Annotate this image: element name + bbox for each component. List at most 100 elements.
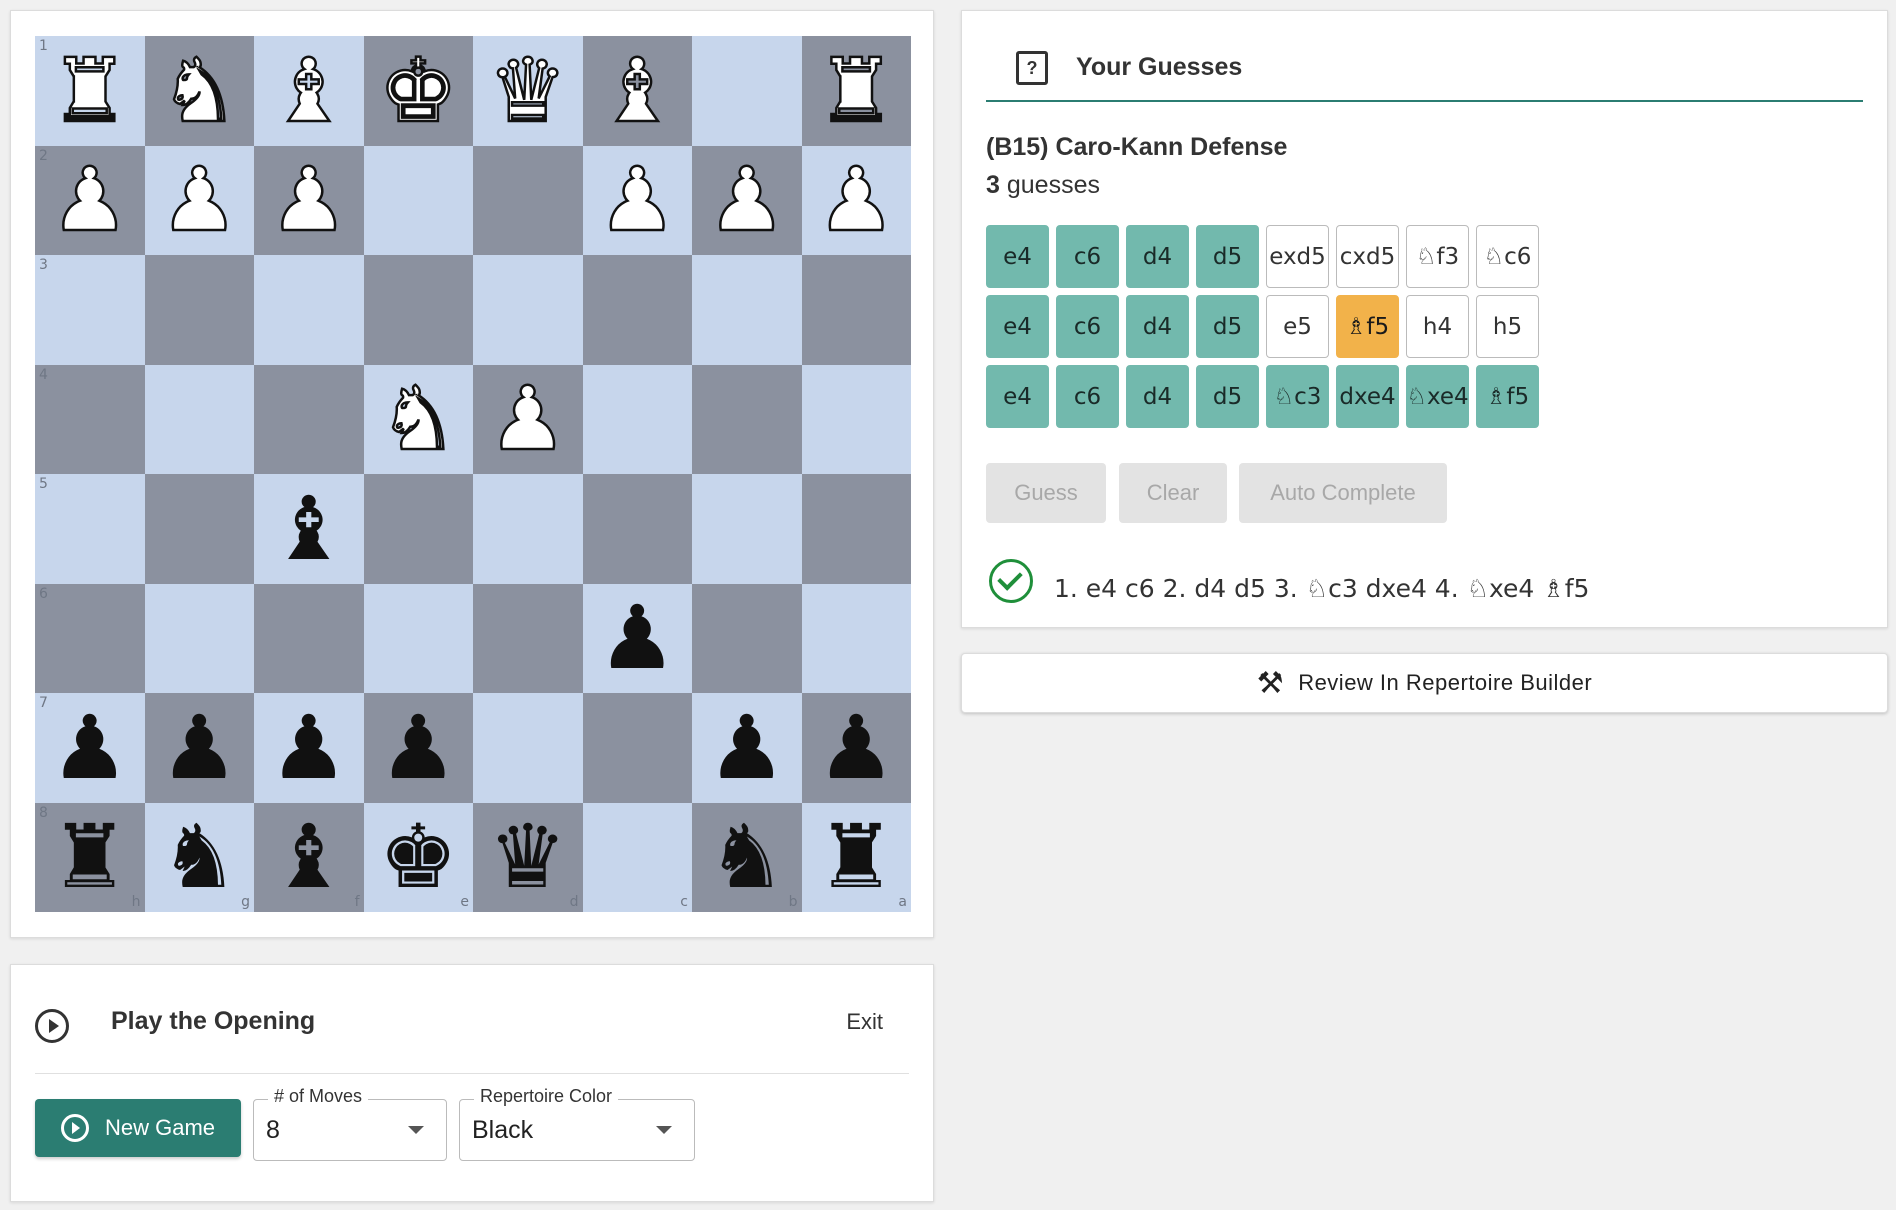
board-square[interactable] xyxy=(473,583,583,693)
board-square[interactable]: a ♜ xyxy=(801,802,912,913)
black-pawn-icon[interactable]: ♟ xyxy=(364,693,474,803)
board-square[interactable] xyxy=(582,474,692,584)
board-square[interactable]: ♟ xyxy=(582,145,693,256)
board-square[interactable] xyxy=(692,36,802,146)
board-square[interactable]: ♟ xyxy=(582,583,693,694)
board-square[interactable]: b ♞ xyxy=(692,802,802,913)
black-pawn-icon[interactable]: ♟ xyxy=(802,693,912,803)
board-square[interactable] xyxy=(254,364,364,474)
board-square[interactable] xyxy=(801,474,911,584)
white-pawn-icon[interactable]: ♟ xyxy=(692,146,802,256)
guess-button[interactable]: Guess xyxy=(986,463,1106,523)
black-rook-icon[interactable]: ♜ xyxy=(35,803,145,913)
board-square[interactable]: 1 ♜ xyxy=(35,36,145,146)
board-square[interactable]: ♟ xyxy=(254,693,364,803)
board-square[interactable]: ♟ xyxy=(254,145,364,256)
black-pawn-icon[interactable]: ♟ xyxy=(145,693,255,803)
board-square[interactable]: 2 ♟ xyxy=(35,145,145,256)
board-square[interactable] xyxy=(692,583,802,693)
board-square[interactable] xyxy=(801,583,911,693)
white-knight-icon[interactable]: ♞ xyxy=(364,365,474,475)
board-square[interactable] xyxy=(254,255,364,365)
board-square[interactable]: d ♛ xyxy=(473,802,583,912)
board-square[interactable] xyxy=(582,364,692,474)
board-square[interactable] xyxy=(801,364,911,474)
white-pawn-icon[interactable]: ♟ xyxy=(583,146,693,256)
board-square[interactable]: ♚ xyxy=(363,36,474,146)
black-pawn-icon[interactable]: ♟ xyxy=(583,584,693,694)
board-square[interactable]: 3 xyxy=(35,255,145,365)
board-square[interactable] xyxy=(363,583,473,693)
chess-board[interactable]: 1 ♜ ♞ ♝ ♚ ♛ ♝ ♜ 2 ♟ ♟ ♟ ♟ ♟ ♟ 3 4 ♞ ♟ 5 ♝ 6 ♟ 7 ♟ ♟ ♟ ♟ ♟ ♟ 8 h ♜ g ♞ f ♝ e ♚ d… xyxy=(35,36,911,912)
board-square[interactable]: e ♚ xyxy=(363,802,474,913)
new-game-button[interactable]: New Game xyxy=(35,1099,241,1157)
white-pawn-icon[interactable]: ♟ xyxy=(473,365,583,475)
white-pawn-icon[interactable]: ♟ xyxy=(254,146,364,256)
white-king-icon[interactable]: ♚ xyxy=(364,36,474,146)
white-queen-icon[interactable]: ♛ xyxy=(473,36,583,146)
board-square[interactable] xyxy=(473,693,583,803)
white-pawn-icon[interactable]: ♟ xyxy=(145,146,255,256)
board-square[interactable] xyxy=(473,255,583,365)
board-square[interactable] xyxy=(692,255,802,365)
white-rook-icon[interactable]: ♜ xyxy=(35,36,145,146)
black-king-icon[interactable]: ♚ xyxy=(364,803,474,913)
white-bishop-icon[interactable]: ♝ xyxy=(254,36,364,146)
board-square[interactable]: 6 xyxy=(35,583,145,693)
review-repertoire-button[interactable]: ⚒ Review In Repertoire Builder xyxy=(961,653,1888,713)
board-square[interactable]: ♞ xyxy=(363,364,474,475)
board-square[interactable]: ♟ xyxy=(801,693,912,803)
board-square[interactable]: ♟ xyxy=(692,145,802,256)
black-rook-icon[interactable]: ♜ xyxy=(802,803,912,913)
board-square[interactable]: ♝ xyxy=(254,474,364,584)
board-square[interactable] xyxy=(144,255,254,365)
board-square[interactable]: ♟ xyxy=(363,693,474,803)
board-square[interactable] xyxy=(254,583,364,693)
board-square[interactable] xyxy=(582,693,692,803)
board-square[interactable]: ♛ xyxy=(473,36,583,146)
board-square[interactable] xyxy=(473,145,583,255)
white-knight-icon[interactable]: ♞ xyxy=(145,36,255,146)
white-pawn-icon[interactable]: ♟ xyxy=(35,146,145,256)
black-bishop-icon[interactable]: ♝ xyxy=(254,474,364,584)
board-square[interactable] xyxy=(144,583,254,693)
black-knight-icon[interactable]: ♞ xyxy=(145,803,255,913)
white-rook-icon[interactable]: ♜ xyxy=(802,36,912,146)
board-square[interactable]: 8 h ♜ xyxy=(35,802,145,913)
board-square[interactable] xyxy=(582,255,692,365)
moves-select[interactable]: # of Moves 8 xyxy=(253,1086,447,1161)
board-square[interactable]: ♟ xyxy=(144,145,255,256)
board-square[interactable]: 7 ♟ xyxy=(35,693,145,803)
board-square[interactable]: 4 xyxy=(35,364,145,474)
white-pawn-icon[interactable]: ♟ xyxy=(802,146,912,256)
board-square[interactable]: ♟ xyxy=(473,364,583,475)
black-knight-icon[interactable]: ♞ xyxy=(692,803,802,913)
board-square[interactable]: ♜ xyxy=(801,36,912,146)
board-square[interactable]: g ♞ xyxy=(144,802,255,913)
board-square[interactable] xyxy=(363,145,473,255)
black-pawn-icon[interactable]: ♟ xyxy=(35,693,145,803)
board-square[interactable] xyxy=(801,255,911,365)
board-square[interactable]: ♟ xyxy=(692,693,802,803)
board-square[interactable]: c xyxy=(582,802,692,912)
board-square[interactable] xyxy=(144,364,254,474)
board-square[interactable] xyxy=(473,474,583,584)
board-square[interactable]: ♝ xyxy=(582,36,692,146)
board-square[interactable]: ♝ xyxy=(254,36,364,146)
board-square[interactable]: ♞ xyxy=(144,36,255,146)
repertoire-color-select[interactable]: Repertoire Color Black xyxy=(459,1086,695,1161)
black-bishop-icon[interactable]: ♝ xyxy=(254,803,364,913)
auto-complete-button[interactable]: Auto Complete xyxy=(1239,463,1447,523)
board-square[interactable]: ♟ xyxy=(801,145,912,256)
board-square[interactable] xyxy=(692,364,802,474)
board-square[interactable]: f ♝ xyxy=(254,802,364,913)
board-square[interactable] xyxy=(144,474,254,584)
board-square[interactable] xyxy=(363,255,473,365)
board-square[interactable]: ♟ xyxy=(144,693,255,803)
board-square[interactable]: 5 xyxy=(35,474,145,584)
exit-button[interactable]: Exit xyxy=(846,1009,883,1035)
board-square[interactable] xyxy=(363,474,473,584)
black-pawn-icon[interactable]: ♟ xyxy=(692,693,802,803)
clear-button[interactable]: Clear xyxy=(1119,463,1227,523)
board-square[interactable] xyxy=(692,474,802,584)
